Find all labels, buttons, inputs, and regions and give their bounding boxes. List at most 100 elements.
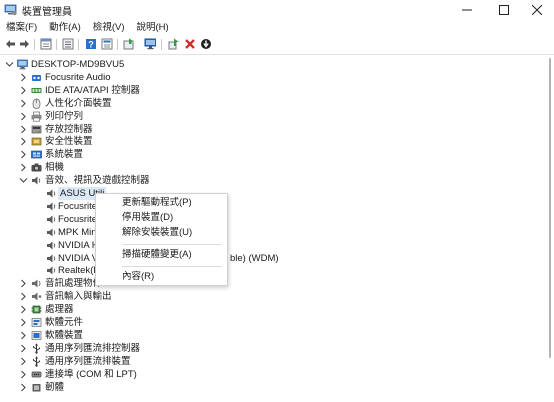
properties-button[interactable] bbox=[40, 37, 52, 51]
chevron-right-icon[interactable] bbox=[19, 278, 28, 289]
menu-bar: 檔案(F) 動作(A) 檢視(V) 說明(H) bbox=[0, 20, 554, 36]
chevron-right-icon[interactable] bbox=[19, 369, 28, 380]
tree-device[interactable]: NVIDIA V ble) (WDM) bbox=[0, 252, 520, 265]
tree-category[interactable]: Focusrite Audio bbox=[0, 71, 520, 84]
ide-controller-icon bbox=[31, 87, 42, 93]
toolbar-separator bbox=[34, 39, 35, 50]
tree-device[interactable]: Realtek(R bbox=[0, 264, 520, 277]
tree-category[interactable]: IDE ATA/ATAPI 控制器 bbox=[0, 84, 520, 97]
tree-category[interactable]: 列印佇列 bbox=[0, 110, 520, 123]
tree-category[interactable]: 軟體元件 bbox=[0, 316, 520, 329]
toolbar-separator bbox=[117, 39, 118, 50]
chevron-right-icon[interactable] bbox=[19, 98, 28, 109]
tree-category[interactable]: 人性化介面裝置 bbox=[0, 97, 520, 110]
speaker-icon bbox=[47, 241, 56, 250]
tree-device[interactable]: Focusrite bbox=[0, 213, 520, 226]
tree-device[interactable]: ASUS Utili bbox=[0, 187, 520, 200]
scan-hardware-button[interactable] bbox=[144, 37, 156, 51]
details-button[interactable] bbox=[101, 37, 113, 51]
tree-category-label: 通用序列匯流排控制器 bbox=[45, 342, 141, 354]
chevron-right-icon[interactable] bbox=[19, 162, 28, 173]
title-bar[interactable]: 裝置管理員 bbox=[0, 0, 554, 20]
chevron-right-icon[interactable] bbox=[19, 85, 28, 96]
enable-device-button[interactable] bbox=[168, 37, 180, 51]
tree-category-label: 通用序列匯流排裝置 bbox=[45, 355, 131, 367]
tree-category[interactable]: 音效、視訊及遊戲控制器 bbox=[0, 174, 520, 187]
tree-root[interactable]: DESKTOP-MD9BVU5 bbox=[0, 58, 520, 71]
chevron-right-icon[interactable] bbox=[19, 124, 28, 135]
forward-button[interactable] bbox=[18, 37, 30, 51]
maximize-button[interactable] bbox=[487, 0, 521, 20]
chevron-right-icon[interactable] bbox=[19, 356, 28, 367]
context-uninstall-device[interactable]: 解除安裝裝置(U) bbox=[122, 227, 192, 239]
chevron-right-icon[interactable] bbox=[19, 304, 28, 315]
tree-category[interactable]: 系統裝置 bbox=[0, 148, 520, 161]
chevron-down-icon[interactable] bbox=[5, 59, 14, 70]
device-tree[interactable]: DESKTOP-MD9BVU5 Focusrite Audio IDE ATA/A… bbox=[0, 56, 546, 402]
tree-device[interactable]: MPK Min bbox=[0, 226, 520, 239]
tree-category-label: 音效、視訊及遊戲控制器 bbox=[45, 175, 150, 187]
help-button[interactable]: ? bbox=[85, 37, 97, 51]
tree-device[interactable]: Focusrite bbox=[0, 200, 520, 213]
context-disable-device[interactable]: 停用裝置(D) bbox=[122, 212, 173, 224]
usb-device-icon bbox=[33, 356, 40, 367]
menu-action[interactable]: 動作(A) bbox=[43, 20, 87, 36]
tree-device-label-tail: ble) (WDM) bbox=[230, 252, 279, 264]
tree-category[interactable]: 通用序列匯流排控制器 bbox=[0, 342, 520, 355]
tree-category[interactable]: 安全性裝置 bbox=[0, 135, 520, 148]
back-button[interactable] bbox=[4, 37, 16, 51]
camera-icon bbox=[31, 163, 42, 172]
scrollbar-thumb[interactable] bbox=[549, 58, 551, 358]
chevron-right-icon[interactable] bbox=[19, 72, 28, 83]
chevron-right-icon[interactable] bbox=[19, 291, 28, 302]
storage-controller-icon bbox=[31, 125, 42, 133]
tree-category[interactable]: 通用序列匯流排裝置 bbox=[0, 355, 520, 368]
back-arrow-icon bbox=[5, 40, 15, 48]
chevron-right-icon[interactable] bbox=[19, 111, 28, 122]
chevron-right-icon[interactable] bbox=[19, 317, 28, 328]
update-driver-button[interactable] bbox=[123, 37, 135, 51]
speaker-icon bbox=[47, 228, 56, 237]
tree-category[interactable]: 相機 bbox=[0, 161, 520, 174]
context-properties[interactable]: 內容(R) bbox=[122, 271, 154, 283]
tree-category[interactable]: 處理器 bbox=[0, 303, 520, 316]
tree-category[interactable]: 音訊輸入與輸出 bbox=[0, 290, 520, 303]
tree-device-label: NVIDIA V bbox=[58, 252, 99, 264]
chevron-right-icon[interactable] bbox=[19, 382, 28, 393]
tree-device[interactable]: NVIDIA H bbox=[0, 239, 520, 252]
forward-arrow-icon bbox=[19, 40, 29, 48]
vertical-scrollbar[interactable] bbox=[546, 56, 554, 402]
chevron-right-icon[interactable] bbox=[19, 136, 28, 147]
printer-icon bbox=[31, 111, 42, 122]
list-view-button[interactable] bbox=[62, 37, 74, 51]
chevron-down-icon[interactable] bbox=[19, 175, 28, 186]
menu-help[interactable]: 說明(H) bbox=[130, 20, 174, 36]
menu-view[interactable]: 檢視(V) bbox=[87, 20, 131, 36]
tree-category-label: 連接埠 (COM 和 LPT) bbox=[45, 368, 137, 380]
menu-file[interactable]: 檔案(F) bbox=[0, 20, 43, 36]
port-icon bbox=[31, 371, 42, 377]
tree-category[interactable]: 韌體 bbox=[0, 381, 520, 394]
tree-category-label: IDE ATA/ATAPI 控制器 bbox=[45, 84, 140, 96]
disable-device-button[interactable] bbox=[200, 37, 212, 51]
context-scan-hardware[interactable]: 掃描硬體變更(A) bbox=[122, 249, 192, 261]
chevron-right-icon[interactable] bbox=[19, 149, 28, 160]
tree-category[interactable]: 連接埠 (COM 和 LPT) bbox=[0, 368, 520, 381]
close-icon bbox=[532, 5, 542, 15]
audio-device-icon bbox=[32, 74, 41, 81]
chevron-right-icon[interactable] bbox=[19, 330, 28, 341]
tree-category[interactable]: 軟體裝置 bbox=[0, 329, 520, 342]
close-button[interactable] bbox=[520, 0, 554, 20]
speaker-icon bbox=[32, 176, 41, 185]
tree-device-label: Focusrite bbox=[58, 200, 98, 212]
tree-category-label: 軟體元件 bbox=[45, 317, 84, 328]
uninstall-button[interactable] bbox=[184, 37, 196, 51]
toolbar-separator bbox=[78, 39, 79, 50]
tree-category[interactable]: 存放控制器 bbox=[0, 123, 520, 136]
window-title: 裝置管理員 bbox=[22, 7, 72, 18]
minimize-icon bbox=[462, 9, 472, 11]
context-update-driver[interactable]: 更新驅動程式(P) bbox=[122, 197, 192, 209]
tree-category[interactable]: 音訊處理物件 bbox=[0, 277, 520, 290]
chevron-right-icon[interactable] bbox=[19, 343, 28, 354]
minimize-button[interactable] bbox=[450, 0, 484, 20]
